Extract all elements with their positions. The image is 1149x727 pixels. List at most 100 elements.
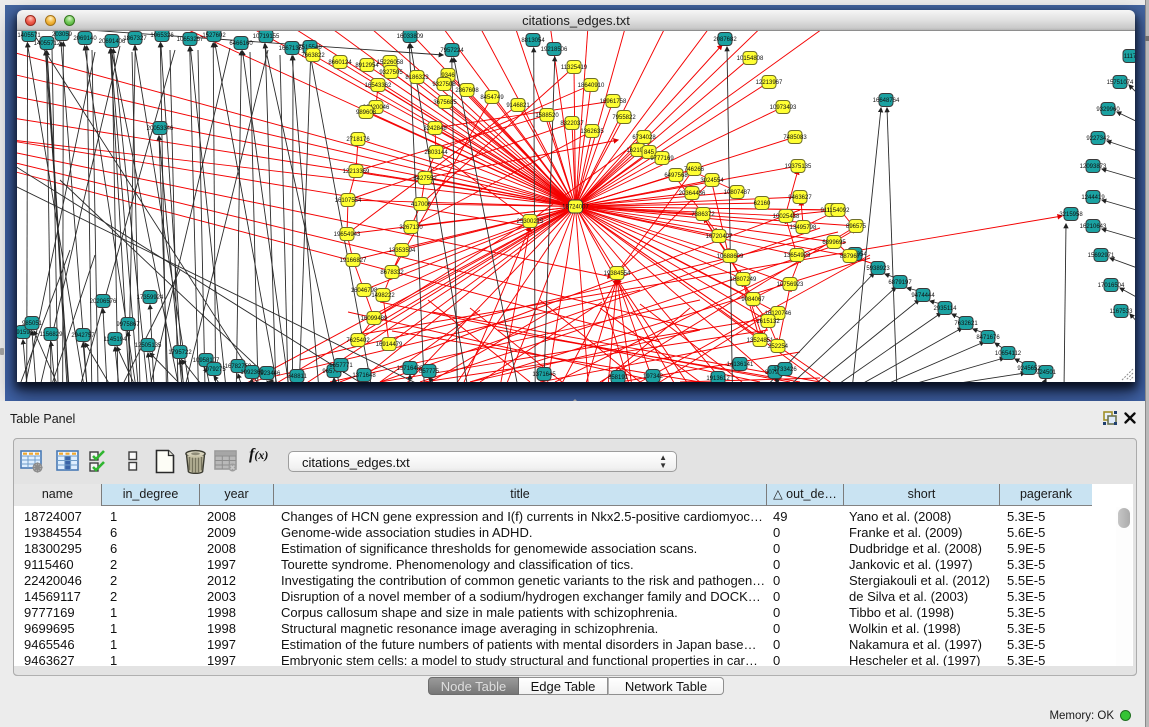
svg-text:19218506: 19218506 bbox=[541, 47, 568, 53]
svg-text:1795722: 1795722 bbox=[168, 350, 192, 356]
svg-text:10025438: 10025438 bbox=[773, 214, 800, 220]
svg-text:1867327: 1867327 bbox=[123, 36, 147, 42]
svg-text:19166827: 19166827 bbox=[340, 258, 367, 264]
svg-text:9327505: 9327505 bbox=[379, 70, 403, 76]
svg-text:857775: 857775 bbox=[419, 369, 440, 375]
svg-text:887967: 887967 bbox=[840, 254, 861, 260]
svg-text:1065326: 1065326 bbox=[150, 33, 174, 39]
svg-text:16961758: 16961758 bbox=[600, 99, 627, 105]
svg-text:20206576: 20206576 bbox=[90, 299, 117, 305]
svg-text:19384554: 19384554 bbox=[604, 271, 631, 277]
svg-text:7955822: 7955822 bbox=[612, 115, 636, 121]
svg-text:17016504: 17016504 bbox=[1098, 283, 1125, 289]
svg-text:9227342: 9227342 bbox=[1086, 136, 1110, 142]
svg-text:203059: 203059 bbox=[52, 32, 73, 38]
svg-text:1156829: 1156829 bbox=[40, 332, 64, 338]
svg-text:14136141: 14136141 bbox=[727, 362, 754, 368]
svg-text:985051: 985051 bbox=[22, 321, 43, 327]
svg-text:1167533: 1167533 bbox=[1110, 309, 1134, 315]
svg-text:10688609: 10688609 bbox=[717, 254, 744, 260]
svg-text:19375135: 19375135 bbox=[785, 164, 812, 170]
svg-text:16648764: 16648764 bbox=[873, 98, 900, 104]
svg-text:16107554: 16107554 bbox=[335, 198, 362, 204]
svg-text:10719155: 10719155 bbox=[253, 34, 280, 40]
svg-text:252254: 252254 bbox=[768, 344, 789, 350]
svg-text:9463627: 9463627 bbox=[788, 195, 812, 201]
svg-text:8678332: 8678332 bbox=[380, 270, 404, 276]
svg-text:7957224: 7957224 bbox=[440, 48, 464, 54]
svg-text:3267130: 3267130 bbox=[399, 225, 423, 231]
svg-text:8186323: 8186323 bbox=[405, 75, 429, 81]
svg-text:9146821: 9146821 bbox=[506, 103, 530, 109]
svg-text:989608: 989608 bbox=[356, 110, 377, 116]
svg-text:16210643: 16210643 bbox=[1080, 224, 1107, 230]
svg-text:10653267: 10653267 bbox=[177, 37, 204, 43]
svg-text:17359924: 17359924 bbox=[137, 295, 164, 301]
svg-text:5938923: 5938923 bbox=[866, 266, 890, 272]
svg-text:1405571: 1405571 bbox=[17, 33, 41, 39]
svg-text:13353594: 13353594 bbox=[389, 248, 416, 254]
svg-text:1371645: 1371645 bbox=[532, 372, 556, 378]
svg-text:16099489: 16099489 bbox=[361, 316, 388, 322]
svg-text:18640910: 18640910 bbox=[578, 83, 605, 89]
svg-text:8427552: 8427552 bbox=[413, 176, 437, 182]
svg-text:20364436: 20364436 bbox=[679, 191, 706, 197]
svg-text:2935114: 2935114 bbox=[934, 306, 958, 312]
svg-text:3024554: 3024554 bbox=[700, 178, 724, 184]
svg-text:12505135: 12505135 bbox=[135, 343, 162, 349]
svg-text:2718176: 2718176 bbox=[346, 137, 370, 143]
svg-text:7485083: 7485083 bbox=[783, 135, 807, 141]
svg-text:1527602: 1527602 bbox=[202, 33, 226, 39]
svg-text:18724007: 18724007 bbox=[562, 205, 589, 211]
svg-text:7663822: 7663822 bbox=[301, 53, 325, 59]
svg-text:2069140: 2069140 bbox=[73, 36, 97, 42]
svg-text:62160: 62160 bbox=[754, 201, 771, 207]
svg-text:948811: 948811 bbox=[287, 374, 307, 380]
svg-text:9657771: 9657771 bbox=[329, 363, 353, 369]
svg-text:9777169: 9777169 bbox=[650, 156, 674, 162]
svg-text:16720407: 16720407 bbox=[706, 234, 733, 240]
svg-text:1362635: 1362635 bbox=[580, 129, 604, 135]
svg-text:6899695: 6899695 bbox=[822, 240, 846, 246]
svg-text:9084067: 9084067 bbox=[741, 297, 765, 303]
svg-text:16543362: 16543362 bbox=[365, 83, 392, 89]
svg-text:391594: 391594 bbox=[17, 330, 34, 336]
svg-text:15692971: 15692971 bbox=[1088, 253, 1115, 259]
svg-text:8813054: 8813054 bbox=[521, 38, 545, 44]
svg-text:9975867: 9975867 bbox=[116, 322, 140, 328]
svg-text:9327508: 9327508 bbox=[432, 82, 456, 88]
svg-text:20691406: 20691406 bbox=[99, 39, 126, 45]
svg-text:417006: 417006 bbox=[411, 202, 432, 208]
svg-text:16914479: 16914479 bbox=[376, 342, 403, 348]
svg-text:3242848: 3242848 bbox=[423, 126, 447, 132]
svg-text:2942757: 2942757 bbox=[71, 333, 95, 339]
svg-text:3215958: 3215958 bbox=[1059, 212, 1083, 218]
svg-text:8660124: 8660124 bbox=[328, 60, 352, 66]
svg-text:10973493: 10973493 bbox=[770, 105, 797, 111]
svg-text:3675685: 3675685 bbox=[433, 100, 457, 106]
svg-text:1913612: 1913612 bbox=[706, 376, 730, 382]
svg-text:12093873: 12093873 bbox=[1080, 164, 1107, 170]
svg-text:12213967: 12213967 bbox=[756, 80, 783, 86]
svg-text:6879197: 6879197 bbox=[888, 280, 912, 286]
svg-text:6497568: 6497568 bbox=[664, 173, 688, 179]
svg-text:10654112: 10654112 bbox=[995, 351, 1022, 357]
svg-text:20053346: 20053346 bbox=[147, 126, 174, 132]
svg-text:14055712: 14055712 bbox=[34, 41, 61, 47]
svg-text:1117: 1117 bbox=[1124, 54, 1135, 60]
svg-text:197342: 197342 bbox=[643, 374, 664, 380]
svg-text:7625402: 7625402 bbox=[346, 338, 370, 344]
svg-text:1588520: 1588520 bbox=[535, 113, 559, 119]
svg-text:1092369: 1092369 bbox=[240, 370, 264, 376]
svg-text:8471676: 8471676 bbox=[976, 335, 1000, 341]
svg-text:2803144: 2803144 bbox=[424, 150, 448, 156]
svg-text:2087682: 2087682 bbox=[713, 37, 737, 43]
svg-text:1371648: 1371648 bbox=[352, 373, 376, 379]
svg-text:1145194: 1145194 bbox=[104, 337, 128, 343]
svg-text:8454749: 8454749 bbox=[480, 95, 504, 101]
svg-text:15751074: 15751074 bbox=[1107, 80, 1134, 86]
svg-text:18807249: 18807249 bbox=[730, 277, 757, 283]
svg-text:25300215: 25300215 bbox=[517, 219, 544, 225]
svg-text:858191: 858191 bbox=[608, 375, 629, 381]
svg-text:896575: 896575 bbox=[846, 224, 867, 230]
